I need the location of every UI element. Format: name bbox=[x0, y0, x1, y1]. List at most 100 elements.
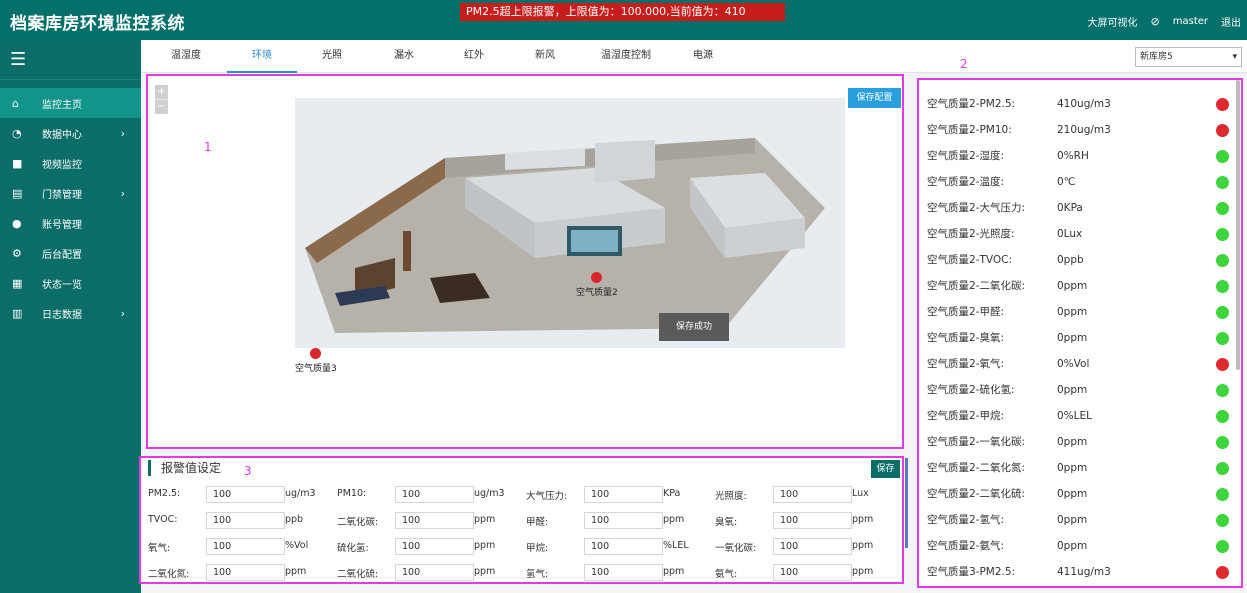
tab-infrared[interactable]: 红外 bbox=[439, 40, 509, 73]
sensor-label: 空气质量3 bbox=[295, 364, 337, 374]
status-led-icon bbox=[1216, 254, 1229, 267]
status-led-icon bbox=[1216, 228, 1229, 241]
status-row: 空气质量2-二氧化碳: 0ppm bbox=[927, 273, 1232, 299]
threshold-input[interactable]: 100 bbox=[584, 512, 663, 529]
status-led-icon bbox=[1216, 540, 1229, 553]
threshold-input[interactable]: 100 bbox=[395, 564, 474, 581]
threshold-unit: ppm bbox=[474, 514, 496, 525]
floor-plan-drawing bbox=[295, 98, 845, 348]
threshold-label: 氢气: bbox=[526, 569, 549, 580]
tab-water-leak[interactable]: 漏水 bbox=[369, 40, 439, 73]
app-title: 档案库房环境监控系统 bbox=[10, 14, 185, 34]
sidebar-item-accounts[interactable]: ● 账号管理 bbox=[0, 208, 141, 238]
threshold-input[interactable]: 100 bbox=[206, 486, 285, 503]
status-value: 0ppm bbox=[1057, 280, 1088, 292]
status-row: 空气质量2-硫化氢: 0ppm bbox=[927, 377, 1232, 403]
list-icon: ▦ bbox=[12, 276, 23, 290]
threshold-unit: ppb bbox=[285, 514, 304, 525]
threshold-scrollbar[interactable] bbox=[905, 458, 908, 548]
threshold-input[interactable]: 100 bbox=[395, 538, 474, 555]
threshold-input[interactable]: 100 bbox=[584, 564, 663, 581]
threshold-input[interactable]: 100 bbox=[206, 538, 285, 555]
threshold-input[interactable]: 100 bbox=[584, 538, 663, 555]
threshold-input[interactable]: 100 bbox=[395, 512, 474, 529]
zoom-in-button[interactable]: + bbox=[155, 85, 168, 99]
menu-toggle-icon[interactable]: ☰ bbox=[0, 40, 141, 80]
status-label: 空气质量2-二氧化碳: bbox=[927, 280, 1026, 292]
status-row: 空气质量2-TVOC: 0ppb bbox=[927, 247, 1232, 273]
panel-number-2: 2 bbox=[960, 57, 968, 71]
threshold-input[interactable]: 100 bbox=[584, 486, 663, 503]
threshold-label: TVOC: bbox=[148, 514, 178, 525]
threshold-label: 氨气: bbox=[715, 569, 738, 580]
status-row: 空气质量3-PM2.5: 411ug/m3 bbox=[927, 559, 1232, 585]
save-config-button[interactable]: 保存配置 bbox=[848, 88, 901, 108]
threshold-unit: ppm bbox=[663, 514, 685, 525]
status-value: 0ppb bbox=[1057, 254, 1084, 266]
sensor-marker-air-quality-3[interactable]: 空气质量3 bbox=[295, 348, 337, 374]
sensor-marker-air-quality-2[interactable]: 空气质量2 bbox=[576, 272, 618, 298]
threshold-input[interactable]: 100 bbox=[773, 486, 852, 503]
status-value: 411ug/m3 bbox=[1057, 566, 1111, 578]
store-select[interactable]: 新库房5 ▾ bbox=[1135, 47, 1242, 67]
sidebar-item-log-data[interactable]: ▥ 日志数据 › bbox=[0, 298, 141, 328]
threshold-label: 甲醛: bbox=[526, 517, 549, 528]
status-led-icon bbox=[1216, 410, 1229, 423]
tab-lighting[interactable]: 光照 bbox=[297, 40, 367, 73]
chevron-down-icon: ▾ bbox=[1232, 52, 1237, 62]
status-row: 空气质量2-PM2.5: 410ug/m3 bbox=[927, 91, 1232, 117]
cogs-icon: ⚙ bbox=[12, 246, 22, 260]
status-led-icon bbox=[1216, 150, 1229, 163]
threshold-input[interactable]: 100 bbox=[395, 486, 474, 503]
status-label: 空气质量2-氨气: bbox=[927, 540, 1005, 552]
status-row: 空气质量2-光照度: 0Lux bbox=[927, 221, 1232, 247]
status-label: 空气质量2-硫化氢: bbox=[927, 384, 1015, 396]
threshold-unit: ppm bbox=[852, 566, 874, 577]
status-led-icon bbox=[1216, 566, 1229, 579]
sidebar-item-data-center[interactable]: ◔ 数据中心 › bbox=[0, 118, 141, 148]
threshold-label: 硫化氢: bbox=[337, 543, 369, 554]
threshold-unit: ppm bbox=[852, 540, 874, 551]
tab-temp-humidity[interactable]: 温湿度 bbox=[151, 40, 221, 73]
sidebar-item-label: 监控主页 bbox=[42, 99, 82, 111]
status-value: 0Lux bbox=[1057, 228, 1083, 240]
mute-bell-icon[interactable]: ⊘ bbox=[1151, 15, 1160, 28]
logout-link[interactable]: 退出 bbox=[1221, 14, 1241, 29]
status-row: 空气质量2-一氧化碳: 0ppm bbox=[927, 429, 1232, 455]
sidebar-item-access-control[interactable]: ▤ 门禁管理 › bbox=[0, 178, 141, 208]
status-value: 0ppm bbox=[1057, 384, 1088, 396]
status-row: 空气质量2-温度: 0℃ bbox=[927, 169, 1232, 195]
threshold-input[interactable]: 100 bbox=[206, 564, 285, 581]
status-list-scrollbar[interactable] bbox=[1236, 80, 1240, 370]
status-label: 空气质量2-光照度: bbox=[927, 228, 1015, 240]
status-led-icon bbox=[1216, 202, 1229, 215]
status-led-icon bbox=[1216, 436, 1229, 449]
threshold-input[interactable]: 100 bbox=[773, 512, 852, 529]
status-value: 210ug/m3 bbox=[1057, 124, 1111, 136]
bigscreen-link[interactable]: 大屏可视化 bbox=[1088, 14, 1138, 29]
sidebar-item-label: 账号管理 bbox=[42, 219, 82, 231]
threshold-input[interactable]: 100 bbox=[773, 564, 852, 581]
zoom-out-button[interactable]: − bbox=[155, 100, 168, 114]
threshold-save-button[interactable]: 保存 bbox=[871, 460, 900, 478]
tab-environment[interactable]: 环境 bbox=[227, 40, 297, 73]
threshold-label: 二氧化氮: bbox=[148, 569, 190, 580]
tab-power[interactable]: 电源 bbox=[668, 40, 738, 73]
status-row: 空气质量2-PM10: 210ug/m3 bbox=[927, 117, 1232, 143]
username[interactable]: master bbox=[1173, 16, 1208, 27]
tab-fresh-air[interactable]: 新风 bbox=[510, 40, 580, 73]
top-right-nav: 大屏可视化 ⊘ master 退出 bbox=[1088, 14, 1241, 29]
sidebar-item-backend-config[interactable]: ⚙ 后台配置 bbox=[0, 238, 141, 268]
tab-temp-humidity-control[interactable]: 温湿度控制 bbox=[591, 40, 661, 73]
sidebar-item-status-overview[interactable]: ▦ 状态一览 bbox=[0, 268, 141, 298]
status-row: 空气质量2-大气压力: 0KPa bbox=[927, 195, 1232, 221]
status-label: 空气质量2-二氧化硫: bbox=[927, 488, 1026, 500]
sidebar-item-monitor-home[interactable]: ⌂ 监控主页 bbox=[0, 88, 141, 118]
threshold-input[interactable]: 100 bbox=[773, 538, 852, 555]
sidebar-item-video[interactable]: ■ 视频监控 bbox=[0, 148, 141, 178]
status-label: 空气质量2-PM2.5: bbox=[927, 98, 1016, 110]
status-label: 空气质量2-二氧化氮: bbox=[927, 462, 1026, 474]
status-label: 空气质量2-温度: bbox=[927, 176, 1005, 188]
threshold-input[interactable]: 100 bbox=[206, 512, 285, 529]
status-row: 空气质量2-臭氧: 0ppm bbox=[927, 325, 1232, 351]
